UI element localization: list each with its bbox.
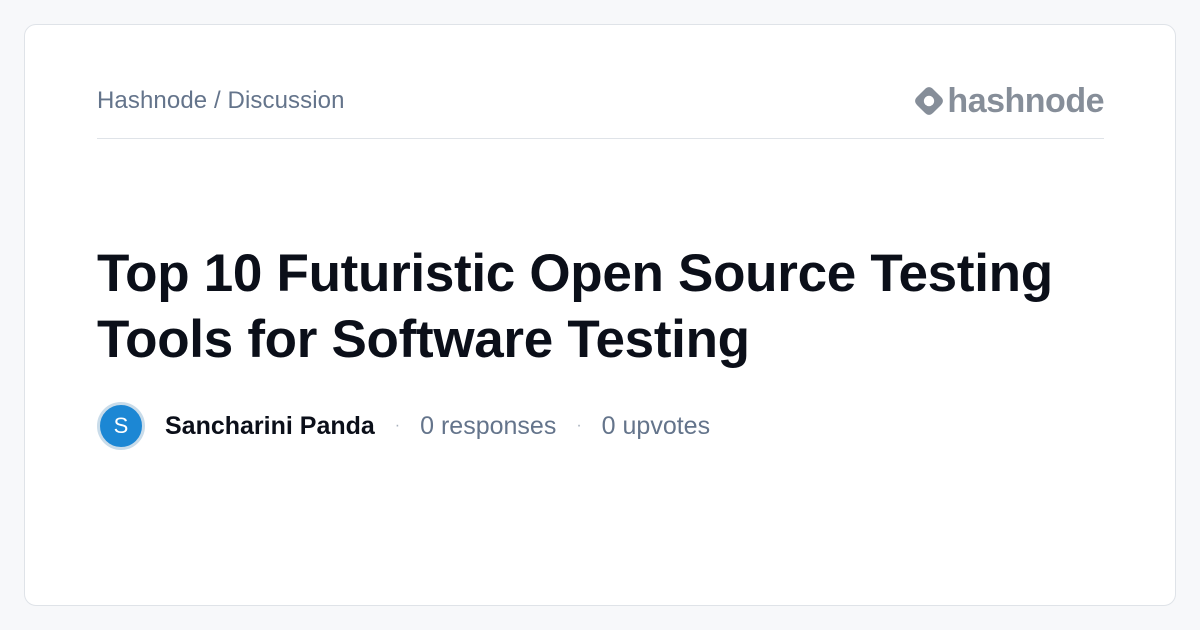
post-meta: S Sancharini Panda · 0 responses · 0 upv… [97, 402, 710, 450]
card-header: Hashnode / Discussion hashnode [97, 81, 1104, 139]
hashnode-logo[interactable]: hashnode [913, 81, 1104, 120]
author-avatar[interactable]: S [97, 402, 145, 450]
discussion-card: Hashnode / Discussion hashnode Top 10 Fu… [24, 24, 1176, 606]
author-name[interactable]: Sancharini Panda [165, 412, 375, 441]
upvotes-count[interactable]: 0 upvotes [602, 412, 710, 441]
hashnode-logo-icon [915, 87, 944, 115]
logo-wordmark: hashnode [947, 81, 1104, 120]
separator-dot: · [394, 417, 401, 434]
post-title[interactable]: Top 10 Futuristic Open Source Testing To… [97, 241, 1097, 373]
responses-count[interactable]: 0 responses [420, 412, 556, 441]
separator-dot: · [576, 417, 582, 434]
breadcrumb[interactable]: Hashnode / Discussion [97, 87, 345, 115]
